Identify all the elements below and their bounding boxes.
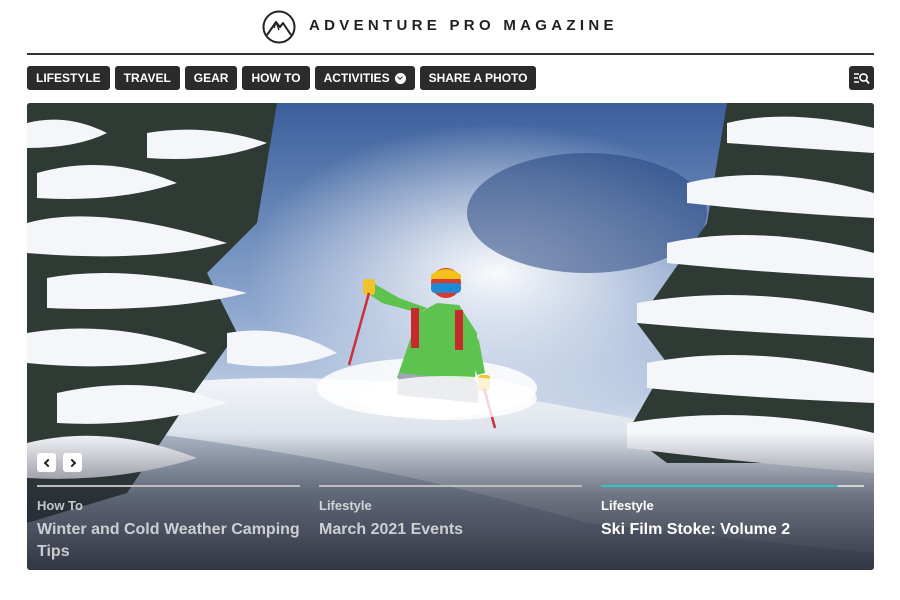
slide-category: Lifestyle	[601, 498, 654, 513]
slide-progress-bar	[601, 485, 864, 487]
nav-item-lifestyle[interactable]: LIFESTYLE	[27, 66, 110, 90]
nav-item-label: HOW TO	[251, 71, 301, 85]
nav-item-activities[interactable]: ACTIVITIES	[314, 66, 415, 90]
chevron-left-icon	[43, 458, 52, 467]
carousel-slide-2[interactable]: Lifestyle March 2021 Events	[319, 485, 582, 541]
nav-item-label: SHARE A PHOTO	[428, 71, 528, 85]
nav-item-travel[interactable]: TRAVEL	[114, 66, 180, 90]
nav-item-label: GEAR	[193, 71, 229, 85]
slide-category: How To	[37, 498, 83, 513]
main-nav: LIFESTYLE TRAVEL GEAR HOW TO ACTIVITIES …	[27, 66, 537, 90]
hero-carousel[interactable]: How To Winter and Cold Weather Camping T…	[27, 103, 874, 570]
slide-category: Lifestyle	[319, 498, 372, 513]
chevron-right-icon	[67, 458, 76, 467]
nav-item-label: ACTIVITIES	[323, 71, 390, 85]
nav-item-label: TRAVEL	[123, 71, 171, 85]
header-divider	[27, 53, 874, 55]
nav-item-label: LIFESTYLE	[36, 71, 101, 85]
slide-progress-bar	[319, 485, 582, 487]
carousel-slide-1[interactable]: How To Winter and Cold Weather Camping T…	[37, 485, 300, 563]
nav-item-how-to[interactable]: HOW TO	[242, 66, 310, 90]
slide-title: Ski Film Stoke: Volume 2	[601, 521, 791, 538]
chevron-down-icon	[394, 72, 406, 84]
mountain-logo-icon[interactable]	[262, 10, 296, 44]
slide-title: Winter and Cold Weather Camping Tips	[37, 521, 300, 560]
search-menu-icon	[854, 72, 870, 84]
slide-title: March 2021 Events	[319, 521, 464, 538]
site-title[interactable]: ADVENTURE PRO MAGAZINE	[309, 17, 618, 34]
nav-item-share-a-photo[interactable]: SHARE A PHOTO	[419, 66, 537, 90]
search-menu-button[interactable]	[849, 66, 874, 90]
carousel-next-button[interactable]	[63, 453, 82, 472]
slide-progress-bar	[37, 485, 300, 487]
carousel-prev-button[interactable]	[37, 453, 56, 472]
carousel-slide-3[interactable]: Lifestyle Ski Film Stoke: Volume 2	[601, 485, 864, 541]
nav-item-gear[interactable]: GEAR	[184, 66, 238, 90]
masthead: ADVENTURE PRO MAGAZINE	[0, 0, 900, 55]
